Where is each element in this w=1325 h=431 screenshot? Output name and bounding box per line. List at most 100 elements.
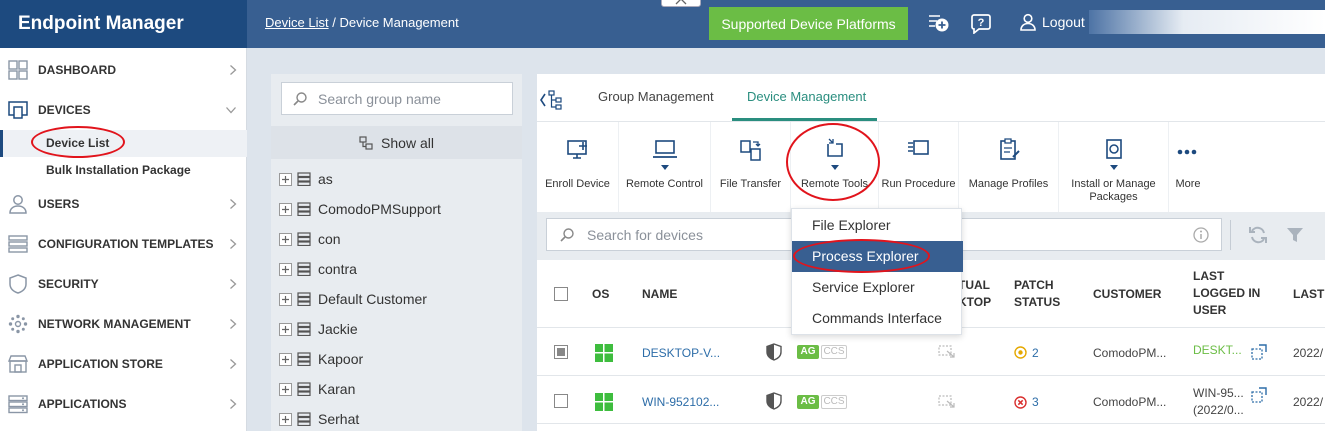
annotation-circle-remote-tools: [786, 123, 880, 201]
tab-bar: Group Management Device Management: [537, 74, 1325, 122]
server-stack-icon: [297, 382, 311, 396]
expand-icon[interactable]: [279, 232, 292, 246]
sidebar-item-network-management[interactable]: NETWORK MANAGEMENT: [0, 304, 247, 344]
menu-item-commands-interface[interactable]: Commands Interface: [792, 303, 963, 334]
sidebar-item-users[interactable]: USERS: [0, 184, 247, 224]
sidebar-item-label: USERS: [38, 197, 80, 211]
more-button[interactable]: More: [1169, 122, 1207, 212]
shield-icon: [766, 343, 782, 361]
device-name-link[interactable]: DESKTOP-V...: [642, 346, 720, 360]
expand-icon[interactable]: [279, 262, 292, 276]
row-checkbox[interactable]: [554, 345, 568, 359]
breadcrumb-link-device-list[interactable]: Device List: [265, 15, 329, 30]
show-all-button[interactable]: Show all: [271, 126, 522, 159]
patch-count[interactable]: 3: [1032, 395, 1039, 409]
chevron-right-icon: [230, 319, 237, 329]
column-header-name[interactable]: NAME: [642, 286, 677, 303]
remote-connect-icon[interactable]: [1251, 387, 1267, 403]
dashboard-icon: [8, 60, 28, 80]
remote-control-label: Remote Control: [625, 178, 704, 190]
device-name-link[interactable]: WIN-952102...: [642, 395, 719, 409]
sidebar-item-devices[interactable]: DEVICES: [0, 90, 247, 130]
remote-connect-icon[interactable]: [1251, 344, 1267, 360]
active-tab-indicator: [732, 118, 877, 121]
sidebar-item-configuration-templates[interactable]: CONFIGURATION TEMPLATES: [0, 224, 247, 264]
applications-icon: [8, 395, 28, 414]
group-list-item[interactable]: con: [279, 224, 522, 254]
chevron-right-icon: [230, 279, 237, 289]
store-icon: [8, 355, 28, 373]
group-list-item[interactable]: Karan: [279, 374, 522, 404]
expand-icon[interactable]: [279, 292, 292, 306]
group-list-item[interactable]: Kapoor: [279, 344, 522, 374]
collapse-header-button[interactable]: [661, 0, 701, 7]
patch-error-icon: [1014, 396, 1027, 409]
sidebar-item-security[interactable]: SECURITY: [0, 264, 247, 304]
menu-item-file-explorer[interactable]: File Explorer: [792, 210, 963, 241]
devices-icon: [8, 101, 28, 119]
expand-icon[interactable]: [279, 382, 292, 396]
group-list-item[interactable]: ComodoPMSupport: [279, 194, 522, 224]
row-checkbox[interactable]: [554, 394, 568, 408]
group-name: con: [318, 231, 341, 247]
app-title: Endpoint Manager: [0, 0, 247, 48]
column-header-patch-status[interactable]: PATCH STATUS: [1014, 277, 1060, 311]
logout-label: Logout: [1042, 14, 1085, 30]
sidebar-item-dashboard[interactable]: DASHBOARD: [0, 50, 247, 90]
run-procedure-button[interactable]: Run Procedure: [879, 122, 959, 212]
group-list-item[interactable]: Jackie: [279, 314, 522, 344]
dropdown-caret-icon: [660, 165, 669, 170]
group-search-box[interactable]: [281, 82, 513, 115]
server-stack-icon: [297, 322, 311, 336]
shield-icon: [766, 392, 782, 410]
expand-icon[interactable]: [279, 352, 292, 366]
user-icon: [1020, 13, 1036, 31]
group-list-item[interactable]: contra: [279, 254, 522, 284]
install-manage-packages-button[interactable]: Install or Manage Packages: [1059, 122, 1169, 212]
refresh-icon[interactable]: [1248, 225, 1268, 245]
expand-icon[interactable]: [279, 172, 292, 186]
sidebar-item-application-store[interactable]: APPLICATION STORE: [0, 344, 247, 384]
remote-control-button[interactable]: Remote Control: [619, 122, 711, 212]
user-account-box[interactable]: [1089, 10, 1325, 34]
last-cell: 2022/: [1293, 346, 1324, 360]
column-header-os[interactable]: OS: [592, 286, 609, 303]
server-stack-icon: [297, 352, 311, 366]
enroll-device-button[interactable]: Enroll Device: [537, 122, 619, 212]
tab-device-management[interactable]: Device Management: [747, 89, 866, 104]
table-row[interactable]: WIN-952102... AG CCS 3 ComodoPM... WIN-9…: [537, 377, 1325, 424]
patch-count[interactable]: 2: [1032, 346, 1039, 360]
column-header-customer[interactable]: CUSTOMER: [1093, 286, 1161, 303]
windows-icon: [595, 393, 613, 411]
sidebar-item-applications[interactable]: APPLICATIONS: [0, 384, 247, 424]
expand-icon[interactable]: [279, 202, 292, 216]
expand-icon[interactable]: [279, 412, 292, 426]
logout-button[interactable]: Logout: [1019, 13, 1085, 31]
info-icon[interactable]: [1193, 226, 1209, 243]
group-list-item[interactable]: as: [279, 164, 522, 194]
collapse-panel-icon[interactable]: [539, 90, 565, 110]
group-list-item[interactable]: Default Customer: [279, 284, 522, 314]
filter-icon[interactable]: [1286, 226, 1304, 244]
sidebar-subitem-bulk-installation-package[interactable]: Bulk Installation Package: [0, 157, 247, 184]
select-all-checkbox[interactable]: [554, 287, 568, 301]
add-device-icon[interactable]: [928, 12, 950, 34]
group-list-item[interactable]: Serhat: [279, 404, 522, 431]
column-header-last[interactable]: LAST: [1293, 286, 1324, 303]
more-label: More: [1175, 178, 1201, 190]
group-search-input[interactable]: [318, 90, 508, 107]
tab-group-management[interactable]: Group Management: [598, 89, 714, 104]
menu-item-service-explorer[interactable]: Service Explorer: [792, 272, 963, 303]
file-transfer-button[interactable]: File Transfer: [711, 122, 791, 212]
table-row[interactable]: DESKTOP-V... AG CCS 2 ComodoPM... DESKT.…: [537, 329, 1325, 376]
enroll-device-icon: [566, 140, 587, 159]
file-transfer-label: File Transfer: [719, 178, 782, 190]
supported-device-platforms-button[interactable]: Supported Device Platforms: [709, 7, 908, 40]
manage-profiles-button[interactable]: Manage Profiles: [959, 122, 1059, 212]
run-procedure-icon: [907, 140, 929, 155]
enroll-device-label: Enroll Device: [545, 178, 610, 190]
sidebar-item-label: APPLICATIONS: [38, 397, 127, 411]
column-header-last-logged-in-user[interactable]: LAST LOGGED IN USER: [1193, 268, 1260, 319]
help-icon[interactable]: ?: [970, 12, 992, 34]
expand-icon[interactable]: [279, 322, 292, 336]
